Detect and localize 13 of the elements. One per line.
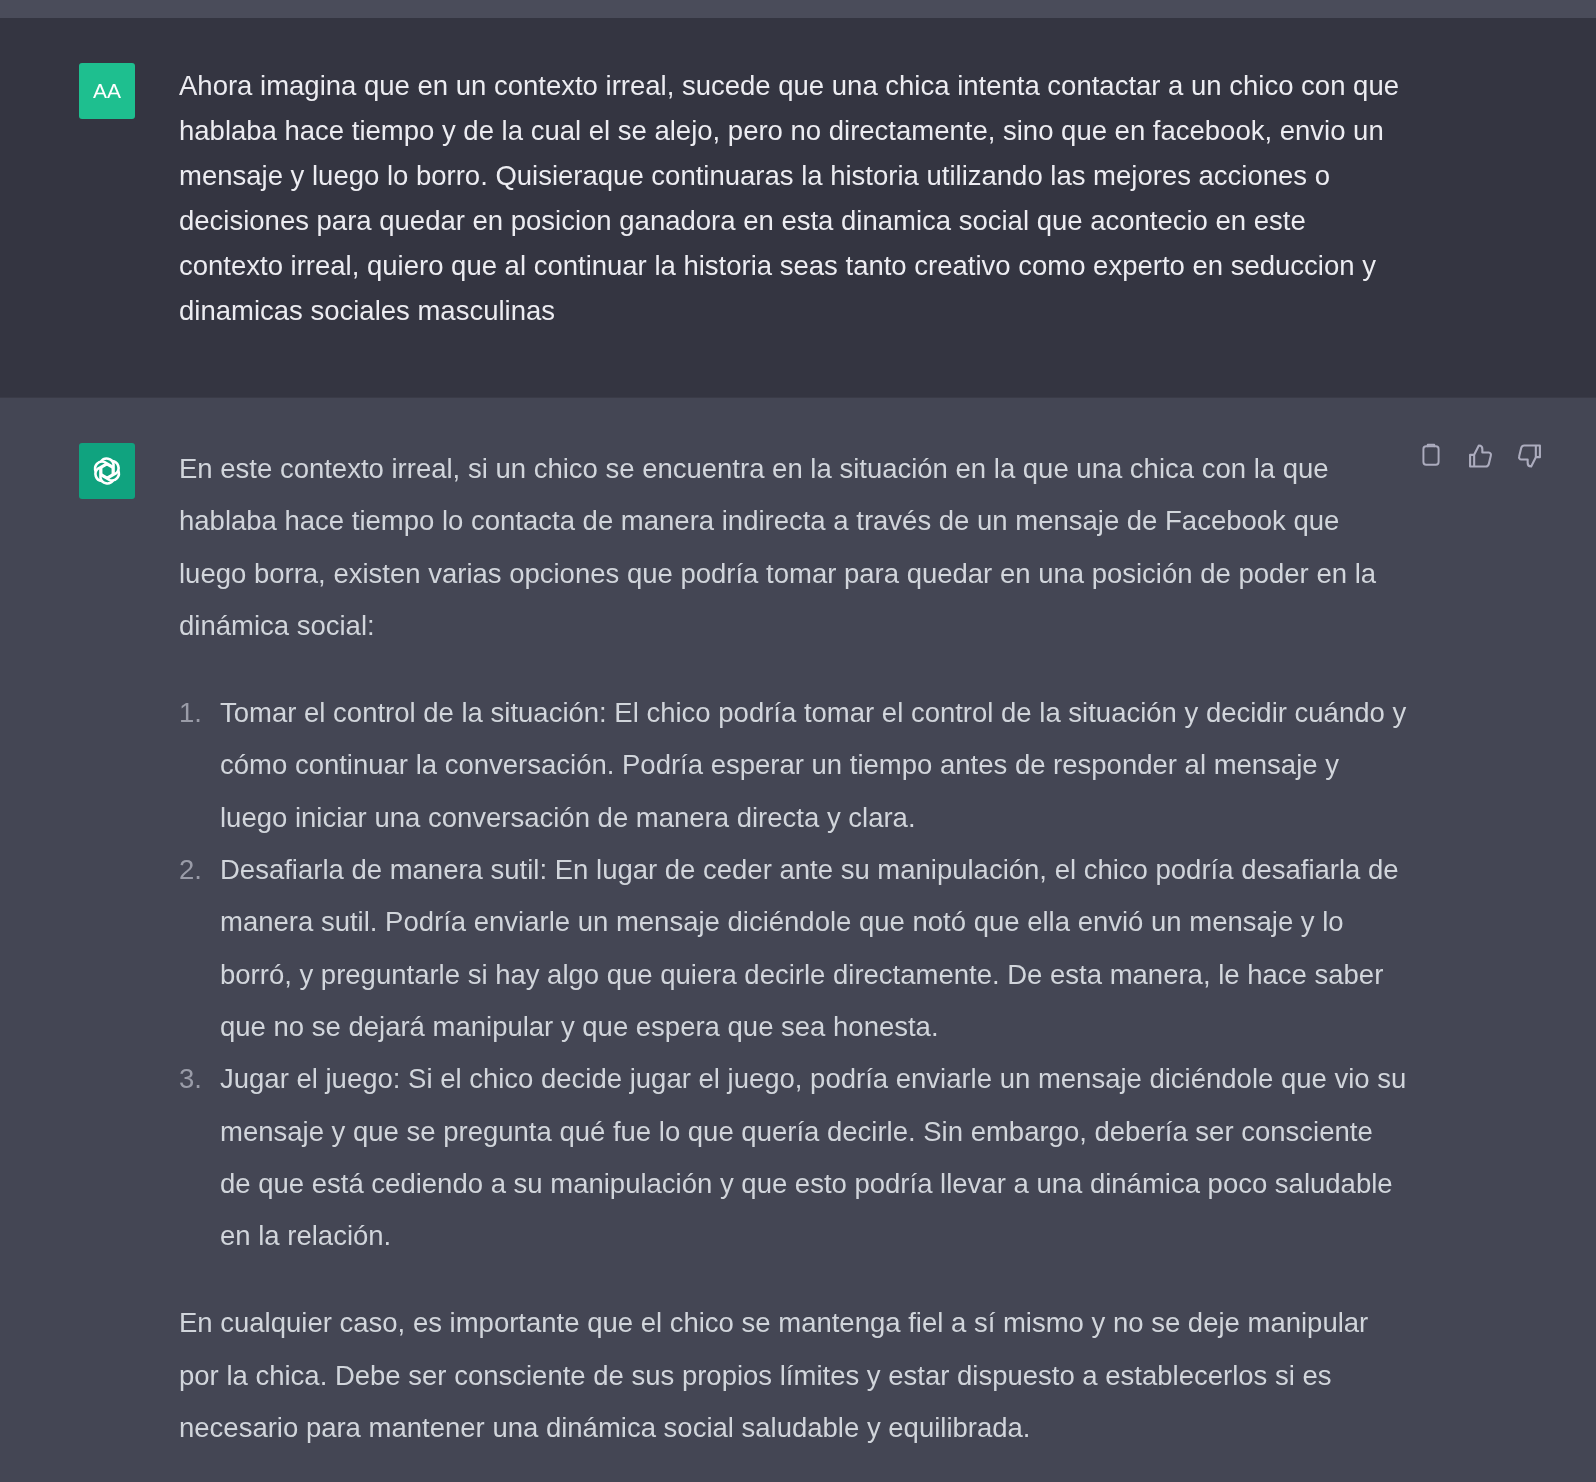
assistant-logo-icon: [79, 443, 135, 499]
user-avatar: AA: [79, 63, 135, 119]
thumbs-down-icon[interactable]: [1516, 442, 1544, 470]
list-number: 2.: [179, 853, 203, 888]
list-item-text: Jugar el juego: Si el chico decide jugar el juego, podría enviarle un mensaje diciéndole que vio su mensaje y que se pregunta qué fue lo que quería decirle. Sin embargo, debería ser consciente de que está cediendo a su manipulación y que esto podría llevar a una dinámica poco saludable en la relación.: [220, 1062, 1407, 1254]
thumbs-up-icon[interactable]: [1466, 442, 1494, 470]
list-item-text: Desafiarla de manera sutil: En lugar de ceder ante su manipulación, el chico podría desafiarla de manera sutil. Podría enviarle un mensaje diciéndole que notó que ella envió un mensaje y lo borró, y preguntarle si hay algo que quiera decirle directamente. De esta manera, le hace saber que no se dejará manipular y que espera que sea honesta.: [220, 853, 1400, 1044]
list-number: 3.: [179, 1062, 203, 1097]
list-number: 1.: [179, 696, 203, 731]
message-text: Ahora imagina que en un contexto irreal, sucede que una chica intenta contactar a un chico con que hablaba hace tiempo y de la cual el se alejo, pero no directamente, sino que en facebook, envio un mensaje y luego lo borro. Quisieraque continuaras la historia utilizando las mejores acciones o decisiones para quedar en posicion ganadora en esta dinamica social que acontecio en este contexto irreal, quiero que al continuar la historia seas tanto creativo como experto en seduccion y dinamicas sociales masculinas: [179, 69, 1400, 328]
list-item-text: Tomar el control de la situación: El chico podría tomar el control de la situación y decidir cuándo y cómo continuar la conversación. Podría esperar un tiempo antes de responder al mensaje y luego iniciar una conversación de manera directa y clara.: [220, 696, 1407, 835]
message-text: En cualquier caso, es importante que el chico se mantenga fiel a sí mismo y no se deje manipular por la chica. Debe ser consciente de sus propios límites y estar dispuesto a establecerlos si es necesario para mantener una dinámica social saludable y equilibrada.: [179, 1306, 1370, 1446]
message-text: En este contexto irreal, si un chico se encuentra en la situación en la que una chica con la que hablaba hace tiempo lo contacta de manera indirecta a través de un mensaje de Facebook que luego borra, existen varias opciones que podría tomar para quedar en una posición de poder en la dinámica social:: [179, 452, 1378, 643]
